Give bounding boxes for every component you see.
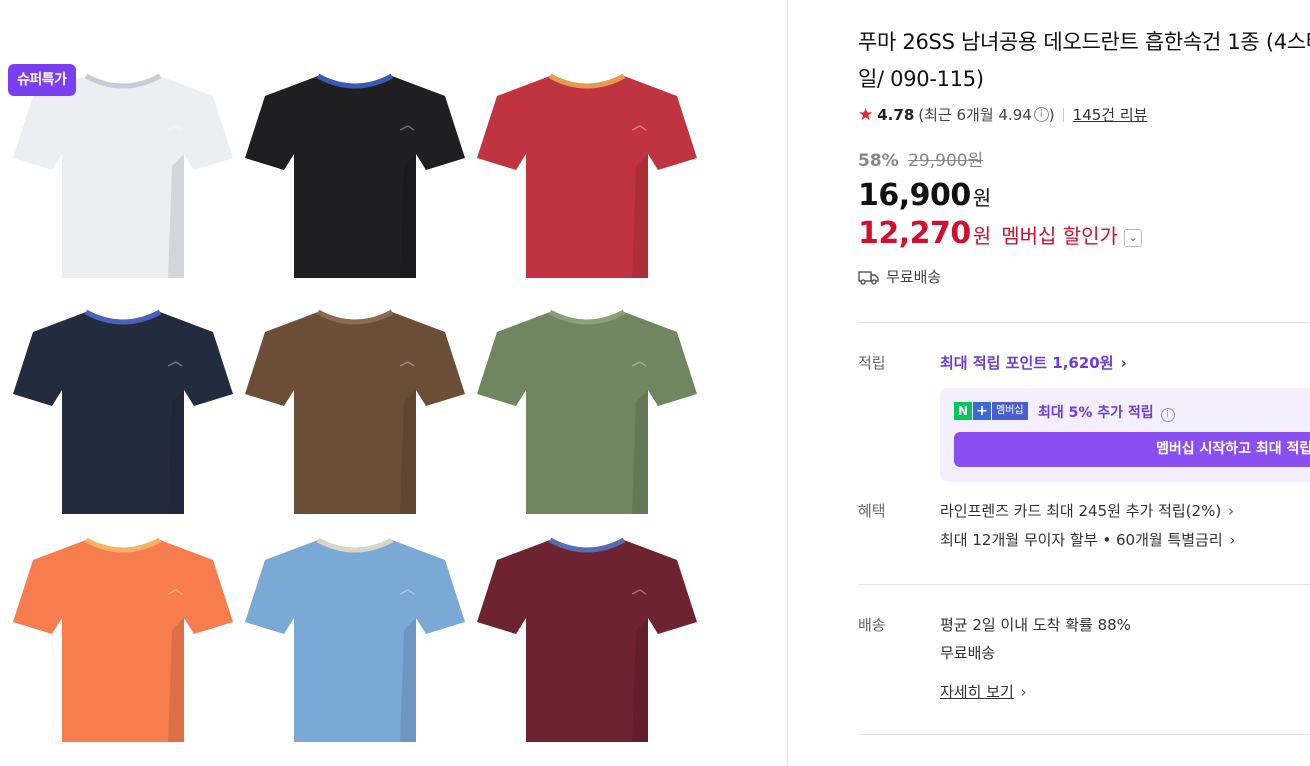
super-deal-badge: 슈퍼특가 (8, 64, 76, 96)
member-price-unit: 원 (972, 224, 992, 248)
points-label: 적립 (858, 354, 886, 372)
divider (1062, 107, 1064, 122)
section-divider (858, 734, 1310, 735)
chevron-right-icon: › (1229, 531, 1236, 549)
section-divider (858, 584, 1310, 585)
tshirt-burgundy-image[interactable] (472, 530, 702, 750)
product-image-gallery[interactable]: 슈퍼특가 (0, 0, 788, 766)
installment-link[interactable]: 최대 12개월 무이자 할부 • 60개월 특별금리 › (940, 529, 1235, 550)
benefits-label: 혜택 (858, 502, 886, 520)
plus-icon: + (973, 402, 991, 420)
truck-icon (858, 270, 879, 285)
member-price-value: 12,270 (858, 216, 971, 251)
section-divider (858, 322, 1310, 323)
rating-score: 4.78 (877, 105, 915, 124)
tshirt-brown-image[interactable] (240, 302, 470, 522)
chevron-down-icon[interactable]: ⌄ (1123, 229, 1142, 247)
chevron-right-icon: › (1020, 683, 1027, 701)
installment-text: 최대 12개월 무이자 할부 • 60개월 특별금리 (940, 531, 1223, 549)
rating-row: ★ 4.78 (최근 6개월 4.94 i ) 145건 리뷰 (858, 104, 1147, 125)
max-points-text: 최대 적립 포인트 1,620원 (940, 354, 1114, 372)
tshirt-olive-image[interactable] (472, 302, 702, 522)
naver-n-icon: N (954, 402, 972, 420)
delivery-details-link[interactable]: 자세히 보기 › (940, 681, 1027, 702)
card-benefit-link[interactable]: 라인프렌즈 카드 최대 245원 추가 적립(2%) › (940, 500, 1234, 521)
delivery-label: 배송 (858, 616, 886, 634)
reviews-link[interactable]: 145건 리뷰 (1073, 104, 1148, 125)
sale-price-unit: 원 (972, 186, 992, 210)
membership-extra-points: 최대 5% 추가 적립 i (1038, 402, 1175, 422)
star-icon: ★ (858, 104, 874, 125)
naver-plus-logo: N + 멤버십 (954, 402, 1028, 420)
membership-box: N + 멤버십 최대 5% 추가 적립 i 멤버십 시작하고 최대 적립 (940, 388, 1310, 482)
start-membership-button[interactable]: 멤버십 시작하고 최대 적립 (954, 432, 1310, 467)
card-benefit-text: 라인프렌즈 카드 최대 245원 추가 적립(2%) (940, 502, 1222, 520)
original-price: 29,900원 (908, 151, 984, 171)
tshirt-black-image[interactable] (240, 66, 470, 286)
rating-close: ) (1048, 105, 1055, 124)
product-info-panel: 푸마 26SS 남녀공용 데오드란트 흡한속건 1종 (4스타일/ 090-11… (858, 0, 1310, 766)
member-price-label: 멤버십 할인가 (1001, 224, 1118, 248)
tshirt-sky-blue-image[interactable] (240, 530, 470, 750)
tshirt-orange-image[interactable] (8, 530, 238, 750)
delivery-arrival: 평균 2일 이내 도착 확률 88% (940, 616, 1131, 634)
max-points-link[interactable]: 최대 적립 포인트 1,620원 › (940, 352, 1127, 373)
info-icon[interactable]: i (1033, 107, 1049, 122)
tshirt-white-image[interactable] (8, 66, 238, 286)
free-shipping-row: 무료배송 (858, 266, 941, 287)
tshirt-navy-image[interactable] (8, 302, 238, 522)
info-icon[interactable]: i (1160, 408, 1175, 422)
delivery-details-text: 자세히 보기 (940, 683, 1014, 701)
rating-recent: (최근 6개월 4.94 (918, 106, 1032, 124)
discount-row: 58% 29,900원 (858, 146, 983, 171)
membership-extra-text: 최대 5% 추가 적립 (1038, 405, 1154, 421)
membership-tag: 멤버십 (992, 402, 1028, 420)
sale-price-value: 16,900 (858, 178, 971, 213)
chevron-right-icon: › (1120, 354, 1127, 372)
chevron-right-icon: › (1227, 502, 1234, 520)
product-title: 푸마 26SS 남녀공용 데오드란트 흡한속건 1종 (4스타일/ 090-11… (858, 30, 1310, 91)
discount-rate: 58% (858, 151, 899, 171)
tshirt-red-image[interactable] (472, 66, 702, 286)
free-shipping-text: 무료배송 (886, 268, 942, 286)
sale-price: 16,900 원 (858, 178, 991, 213)
member-price: 12,270 원 멤버십 할인가 ⌄ (858, 216, 1142, 251)
delivery-free: 무료배송 (940, 644, 996, 662)
